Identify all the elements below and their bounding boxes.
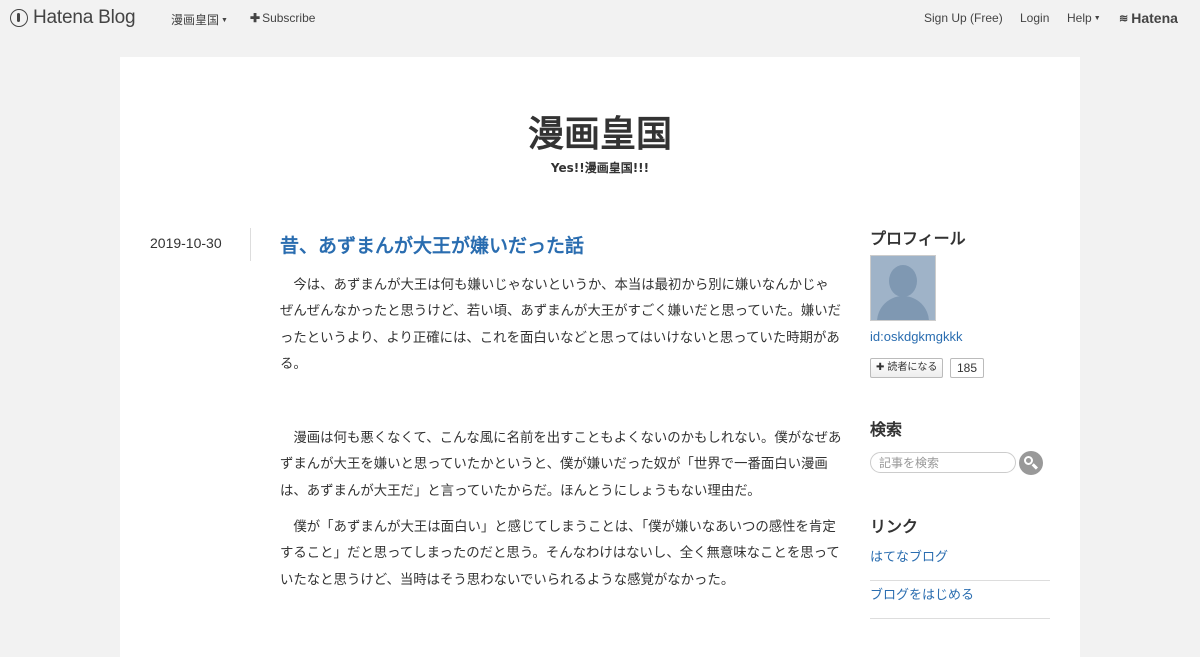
subscribe-label: Subscribe — [262, 11, 316, 25]
hatena-blog-logo[interactable]: Hatena Blog — [10, 6, 136, 30]
profile-heading: プロフィール — [870, 229, 966, 248]
blog-description: Yes!!漫画皇国!!! — [550, 161, 650, 175]
brand-label: Hatena Blog — [33, 7, 136, 28]
help-dropdown[interactable]: Help ▼ — [1067, 11, 1101, 25]
blog-title[interactable]: 漫画皇国 — [120, 105, 1080, 157]
hatena-blog-icon — [10, 9, 28, 27]
profile-id-link[interactable]: id:oskdgkmgkkk — [870, 329, 962, 344]
entry-paragraph: 漫画は何も悪くなくて、こんな風に名前を出すこともよくないのかもしれない。僕がなぜ… — [280, 431, 842, 499]
entry-title[interactable]: 昔、あずまんが大王が嫌いだった話 — [280, 231, 584, 258]
signup-link[interactable]: Sign Up (Free) — [924, 11, 1003, 25]
hatena-label: Hatena — [1131, 10, 1178, 26]
avatar-body-shape — [877, 296, 929, 320]
blog-menu-dropdown[interactable]: 漫画皇国 ▼ — [171, 11, 228, 28]
hatena-logo[interactable]: ≋ Hatena — [1119, 10, 1178, 26]
caret-down-icon: ▼ — [1093, 15, 1101, 22]
search-heading: 検索 — [870, 420, 903, 439]
entry-content: 今は、あずまんが大王は何も嫌いじゃないというか、本当は最初から別に嫌いなんかじゃ… — [280, 273, 842, 604]
sidebar: プロフィール id:oskdgkmgkkk ✚読者になる 185 検索 リンク … — [870, 225, 1050, 619]
avatar-head-shape — [889, 265, 917, 297]
links-heading: リンク — [870, 517, 919, 536]
entry-paragraph: 今は、あずまんが大王は何も嫌いじゃないというか、本当は最初から別に嫌いなんかじゃ… — [280, 278, 842, 372]
search-button[interactable] — [1019, 451, 1043, 475]
link-start-blog[interactable]: ブログをはじめる — [870, 581, 1050, 619]
subscribe-button[interactable]: ✚ Subscribe — [250, 11, 315, 25]
global-header: Hatena Blog 漫画皇国 ▼ ✚ Subscribe Sign Up (Fr… — [0, 0, 1200, 36]
blog-menu-label: 漫画皇国 — [171, 13, 220, 27]
caret-down-icon: ▼ — [221, 17, 228, 24]
date-divider — [250, 228, 251, 261]
login-link[interactable]: Login — [1020, 11, 1049, 25]
blog-container: 漫画皇国 Yes!!漫画皇国!!! 2019-10-30 昔、あずまんが大王が嫌… — [120, 57, 1080, 657]
follower-count[interactable]: 185 — [950, 358, 985, 378]
hatena-wave-icon: ≋ — [1119, 12, 1129, 25]
entry-paragraph: 僕が「あずまんが大王は面白い」と感じてしまうことは、「僕が嫌いなあいつの感性を肯… — [280, 520, 840, 588]
avatar[interactable] — [870, 255, 936, 321]
help-label: Help — [1067, 11, 1092, 25]
search-input[interactable] — [870, 452, 1016, 473]
plus-icon: ✚ — [876, 362, 885, 373]
search-icon-handle — [1031, 463, 1039, 470]
plus-icon: ✚ — [250, 11, 261, 25]
follow-label: 読者になる — [887, 362, 938, 373]
follow-button[interactable]: ✚ 読者になる — [870, 358, 944, 378]
link-hatena-blog[interactable]: はてなブログ — [870, 543, 1050, 581]
entry-date[interactable]: 2019-10-30 — [150, 235, 222, 251]
